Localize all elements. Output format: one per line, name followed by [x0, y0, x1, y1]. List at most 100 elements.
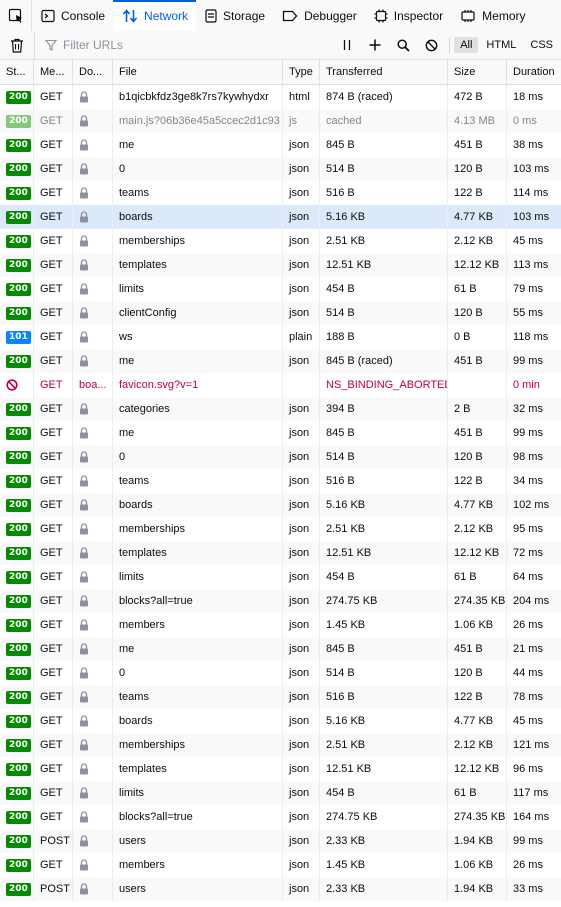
table-row[interactable]: 200 GET limits json 454 B 61 B 117 ms [0, 781, 561, 805]
table-row[interactable]: 200 GET boards json 5.16 KB 4.77 KB 103 ms [0, 205, 561, 229]
cell-file: boards [113, 205, 283, 229]
cell-method: GET [34, 205, 73, 229]
cell-status: 200 [0, 853, 34, 877]
tab-inspector[interactable]: Inspector [365, 0, 451, 31]
lock-icon [80, 139, 88, 151]
cell-domain [73, 301, 113, 325]
cell-type: plain [283, 325, 320, 349]
table-row[interactable]: 200 GET me json 845 B 451 B 38 ms [0, 133, 561, 157]
table-row[interactable]: 200 GET boards json 5.16 KB 4.77 KB 102 ms [0, 493, 561, 517]
filter-icon [45, 39, 57, 51]
table-row[interactable]: 200 GET boards json 5.16 KB 4.77 KB 45 ms [0, 709, 561, 733]
tab-storage[interactable]: Storage [196, 0, 273, 31]
table-row[interactable]: 200 GET templates json 12.51 KB 12.12 KB 72 ms [0, 541, 561, 565]
cell-method: GET [34, 397, 73, 421]
cell-duration: 117 ms [513, 787, 549, 799]
cell-method: GET [34, 637, 73, 661]
cell-duration: 99 ms [513, 427, 543, 439]
table-row[interactable]: 200 GET 0 json 514 B 120 B 98 ms [0, 445, 561, 469]
lock-icon [80, 163, 88, 175]
cell-domain [73, 733, 113, 757]
filter-urls-input[interactable] [63, 38, 283, 52]
column-header-status[interactable]: St... [0, 60, 34, 84]
network-toolbar: All HTML CSS [0, 31, 561, 60]
tab-console[interactable]: Console [32, 0, 113, 31]
table-row[interactable]: 200 GET clientConfig json 514 B 120 B 55 ms [0, 301, 561, 325]
status-badge: 200 [6, 546, 31, 560]
table-row[interactable]: 200 GET limits json 454 B 61 B 64 ms [0, 565, 561, 589]
table-row[interactable]: GET boa... favicon.svg?v=1 NS_BINDING_ABORT… [0, 373, 561, 397]
cell-file: categories [113, 397, 283, 421]
table-row[interactable]: 200 POST users json 2.33 KB 1.94 KB 99 ms [0, 829, 561, 853]
column-header-type[interactable]: Type [283, 60, 320, 84]
search-button[interactable] [389, 31, 417, 59]
table-row[interactable]: 200 GET me json 845 B 451 B 99 ms [0, 421, 561, 445]
table-row[interactable]: 200 GET memberships json 2.51 KB 2.12 KB 95 ms [0, 517, 561, 541]
table-row[interactable]: 200 GET members json 1.45 KB 1.06 KB 26 ms [0, 853, 561, 877]
table-row[interactable]: 200 GET memberships json 2.51 KB 2.12 KB 45 ms [0, 229, 561, 253]
cell-size: 120 B [448, 157, 507, 181]
column-header-method[interactable]: Me... [34, 60, 73, 84]
table-row[interactable]: 200 GET 0 json 514 B 120 B 44 ms [0, 661, 561, 685]
table-row[interactable]: 200 GET blocks?all=true json 274.75 KB 274.35… [0, 589, 561, 613]
table-row[interactable]: 200 GET teams json 516 B 122 B 114 ms [0, 181, 561, 205]
column-header-domain[interactable]: Do... [73, 60, 113, 84]
clear-button[interactable] [0, 31, 35, 59]
table-row[interactable]: 200 GET categories json 394 B2 B 32 ms [0, 397, 561, 421]
column-header-transferred[interactable]: Transferred [320, 60, 448, 84]
table-row[interactable]: 200 GET me json 845 B (raced) 451 B 99 ms [0, 349, 561, 373]
cell-duration: 34 ms [513, 475, 543, 487]
cell-status: 200 [0, 421, 34, 445]
table-row[interactable]: 200 POST users json 2.33 KB 1.94 KB 33 ms [0, 877, 561, 901]
cell-file: boards [113, 493, 283, 517]
element-picker-button[interactable] [0, 0, 32, 31]
table-row[interactable]: 200 GET 0 json 514 B 120 B 103 ms [0, 157, 561, 181]
table-row[interactable]: 200 GET members json 1.45 KB 1.06 KB 26 ms [0, 613, 561, 637]
tab-network[interactable]: Network [113, 0, 197, 31]
filter-type-html[interactable]: HTML [480, 37, 522, 53]
tab-memory[interactable]: Memory [451, 0, 533, 31]
status-badge: 200 [6, 258, 31, 272]
lock-icon [80, 331, 88, 343]
cell-transferred: 454 B [320, 565, 448, 589]
cell-type: json [283, 829, 320, 853]
cell-file: me [113, 637, 283, 661]
cell-size: 2 B [448, 397, 507, 421]
table-row[interactable]: 200 GET main.js?06b36e45a5ccec2d1c93 js cach… [0, 109, 561, 133]
cell-type: html [283, 85, 320, 109]
cell-size [448, 373, 507, 397]
cell-method: GET [34, 301, 73, 325]
cell-transferred: 514 B [320, 157, 448, 181]
cell-method: GET [34, 493, 73, 517]
cell-domain [73, 229, 113, 253]
filter-type-css[interactable]: CSS [524, 37, 559, 53]
table-row[interactable]: 200 GET blocks?all=true json 274.75 KB 274.35… [0, 805, 561, 829]
table-row[interactable]: 200 GET memberships json 2.51 KB 2.12 KB 121 m… [0, 733, 561, 757]
add-request-button[interactable] [361, 31, 389, 59]
filter-type-all[interactable]: All [454, 37, 479, 53]
status-badge: 200 [6, 402, 31, 416]
table-row[interactable]: 101 GET ws plain 188 B0 B 118 ms [0, 325, 561, 349]
table-row[interactable]: 200 GET templates json 12.51 KB 12.12 KB 113 m… [0, 253, 561, 277]
cell-transferred: 2.51 KB [320, 733, 448, 757]
table-row[interactable]: 200 GET limits json 454 B 61 B 79 ms [0, 277, 561, 301]
cell-duration: 0 min [513, 379, 540, 391]
cell-duration: 18 ms [513, 91, 543, 103]
status-badge: 200 [6, 234, 31, 248]
table-row[interactable]: 200 GET teams json 516 B 122 B 78 ms [0, 685, 561, 709]
table-row[interactable]: 200 GET b1qicbkfdz3ge8k7rs7kywhydxr html 874… [0, 85, 561, 109]
column-header-size[interactable]: Size [448, 60, 507, 84]
table-row[interactable]: 200 GET me json 845 B 451 B 21 ms [0, 637, 561, 661]
cell-transferred: 516 B [320, 181, 448, 205]
cell-duration: 98 ms [513, 451, 543, 463]
column-header-duration[interactable]: Duration [507, 60, 561, 84]
tab-debugger[interactable]: Debugger [273, 0, 365, 31]
cell-status: 200 [0, 493, 34, 517]
table-row[interactable]: 200 GET teams json 516 B 122 B 34 ms [0, 469, 561, 493]
table-row[interactable]: 200 GET templates json 12.51 KB 12.12 KB 96 ms [0, 757, 561, 781]
cell-type: json [283, 685, 320, 709]
pause-button[interactable] [333, 31, 361, 59]
column-header-file[interactable]: File [113, 60, 283, 84]
block-requests-button[interactable] [417, 31, 445, 59]
lock-icon [80, 835, 88, 847]
